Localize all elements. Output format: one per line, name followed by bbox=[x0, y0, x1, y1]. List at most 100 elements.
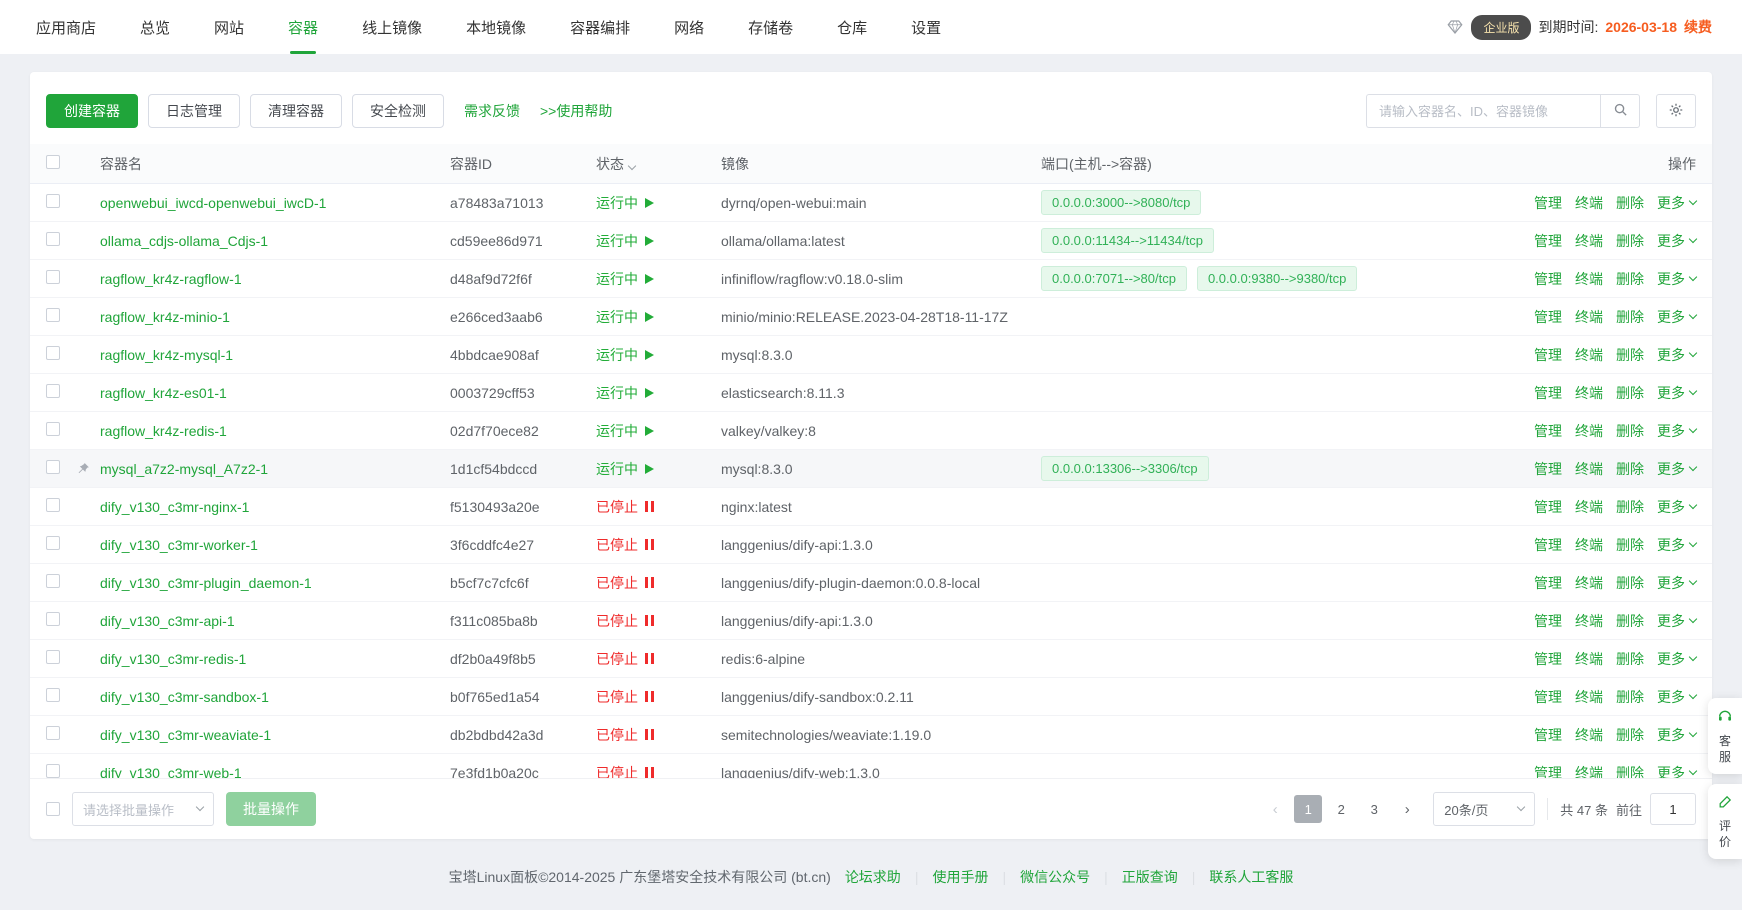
row-action-manage[interactable]: 管理 bbox=[1534, 649, 1562, 669]
row-checkbox[interactable] bbox=[46, 536, 60, 550]
row-checkbox[interactable] bbox=[46, 574, 60, 588]
row-action-manage[interactable]: 管理 bbox=[1534, 497, 1562, 517]
container-name-link[interactable]: ragflow_kr4z-es01-1 bbox=[100, 385, 450, 401]
container-name-link[interactable]: dify_v130_c3mr-weaviate-1 bbox=[100, 727, 450, 743]
header-status[interactable]: 状态 bbox=[596, 154, 721, 174]
row-action-manage[interactable]: 管理 bbox=[1534, 725, 1562, 745]
footer-link-1[interactable]: 使用手册 bbox=[932, 867, 988, 887]
container-name-link[interactable]: dify_v130_c3mr-web-1 bbox=[100, 765, 450, 779]
row-action-more[interactable]: 更多 bbox=[1657, 459, 1696, 479]
nav-item-1[interactable]: 总览 bbox=[140, 0, 170, 54]
search-button[interactable] bbox=[1600, 94, 1640, 128]
container-name-link[interactable]: mysql_a7z2-mysql_A7z2-1 bbox=[100, 461, 450, 477]
row-action-more[interactable]: 更多 bbox=[1657, 535, 1696, 555]
row-checkbox[interactable] bbox=[46, 460, 60, 474]
row-action-more[interactable]: 更多 bbox=[1657, 725, 1696, 745]
row-checkbox[interactable] bbox=[46, 726, 60, 740]
row-action-more[interactable]: 更多 bbox=[1657, 383, 1696, 403]
row-action-manage[interactable]: 管理 bbox=[1534, 345, 1562, 365]
row-action-delete[interactable]: 删除 bbox=[1616, 497, 1644, 517]
row-checkbox[interactable] bbox=[46, 764, 60, 778]
container-name-link[interactable]: ragflow_kr4z-minio-1 bbox=[100, 309, 450, 325]
page-button-2[interactable]: 2 bbox=[1327, 795, 1355, 823]
container-name-link[interactable]: ragflow_kr4z-ragflow-1 bbox=[100, 271, 450, 287]
renew-link[interactable]: 续费 bbox=[1684, 17, 1712, 37]
row-action-more[interactable]: 更多 bbox=[1657, 687, 1696, 707]
clean-container-button[interactable]: 清理容器 bbox=[250, 94, 342, 128]
row-action-more[interactable]: 更多 bbox=[1657, 497, 1696, 517]
row-action-terminal[interactable]: 终端 bbox=[1575, 497, 1603, 517]
row-checkbox[interactable] bbox=[46, 612, 60, 626]
row-action-delete[interactable]: 删除 bbox=[1616, 307, 1644, 327]
row-checkbox[interactable] bbox=[46, 308, 60, 322]
footer-link-4[interactable]: 联系人工客服 bbox=[1209, 867, 1293, 887]
row-checkbox[interactable] bbox=[46, 194, 60, 208]
row-action-delete[interactable]: 删除 bbox=[1616, 269, 1644, 289]
customer-service-widget[interactable]: 客服 bbox=[1708, 698, 1742, 774]
row-action-delete[interactable]: 删除 bbox=[1616, 573, 1644, 593]
container-name-link[interactable]: dify_v130_c3mr-sandbox-1 bbox=[100, 689, 450, 705]
row-action-terminal[interactable]: 终端 bbox=[1575, 535, 1603, 555]
batch-apply-button[interactable]: 批量操作 bbox=[226, 792, 316, 826]
nav-item-6[interactable]: 容器编排 bbox=[570, 0, 630, 54]
row-action-more[interactable]: 更多 bbox=[1657, 573, 1696, 593]
row-action-delete[interactable]: 删除 bbox=[1616, 763, 1644, 779]
row-action-more[interactable]: 更多 bbox=[1657, 193, 1696, 213]
row-action-terminal[interactable]: 终端 bbox=[1575, 763, 1603, 779]
create-container-button[interactable]: 创建容器 bbox=[46, 94, 138, 128]
container-name-link[interactable]: ollama_cdjs-ollama_Cdjs-1 bbox=[100, 233, 450, 249]
row-action-delete[interactable]: 删除 bbox=[1616, 345, 1644, 365]
nav-item-9[interactable]: 仓库 bbox=[837, 0, 867, 54]
nav-item-7[interactable]: 网络 bbox=[674, 0, 704, 54]
container-name-link[interactable]: ragflow_kr4z-mysql-1 bbox=[100, 347, 450, 363]
feedback-link[interactable]: 需求反馈 bbox=[464, 101, 520, 121]
container-name-link[interactable]: ragflow_kr4z-redis-1 bbox=[100, 423, 450, 439]
row-action-terminal[interactable]: 终端 bbox=[1575, 573, 1603, 593]
container-name-link[interactable]: dify_v130_c3mr-worker-1 bbox=[100, 537, 450, 553]
next-page-button[interactable]: › bbox=[1393, 795, 1421, 823]
row-action-terminal[interactable]: 终端 bbox=[1575, 307, 1603, 327]
row-checkbox[interactable] bbox=[46, 384, 60, 398]
row-action-more[interactable]: 更多 bbox=[1657, 269, 1696, 289]
row-action-terminal[interactable]: 终端 bbox=[1575, 687, 1603, 707]
search-input[interactable] bbox=[1366, 94, 1600, 128]
row-action-more[interactable]: 更多 bbox=[1657, 611, 1696, 631]
nav-item-3[interactable]: 容器 bbox=[288, 0, 318, 54]
select-all-checkbox[interactable] bbox=[46, 155, 60, 169]
page-button-3[interactable]: 3 bbox=[1360, 795, 1388, 823]
row-action-manage[interactable]: 管理 bbox=[1534, 307, 1562, 327]
nav-item-2[interactable]: 网站 bbox=[214, 0, 244, 54]
row-action-manage[interactable]: 管理 bbox=[1534, 459, 1562, 479]
container-name-link[interactable]: dify_v130_c3mr-redis-1 bbox=[100, 651, 450, 667]
row-action-terminal[interactable]: 终端 bbox=[1575, 269, 1603, 289]
row-checkbox[interactable] bbox=[46, 688, 60, 702]
row-action-terminal[interactable]: 终端 bbox=[1575, 231, 1603, 251]
log-management-button[interactable]: 日志管理 bbox=[148, 94, 240, 128]
container-name-link[interactable]: dify_v130_c3mr-plugin_daemon-1 bbox=[100, 575, 450, 591]
row-action-manage[interactable]: 管理 bbox=[1534, 535, 1562, 555]
row-action-terminal[interactable]: 终端 bbox=[1575, 611, 1603, 631]
page-button-1[interactable]: 1 bbox=[1294, 795, 1322, 823]
feedback-widget[interactable]: 评价 bbox=[1708, 784, 1742, 859]
row-action-more[interactable]: 更多 bbox=[1657, 231, 1696, 251]
row-action-more[interactable]: 更多 bbox=[1657, 763, 1696, 779]
page-size-select[interactable]: 20条/页 bbox=[1433, 792, 1535, 826]
footer-link-3[interactable]: 正版查询 bbox=[1122, 867, 1178, 887]
nav-item-5[interactable]: 本地镜像 bbox=[466, 0, 526, 54]
batch-action-select[interactable]: 请选择批量操作 bbox=[72, 792, 214, 826]
row-action-delete[interactable]: 删除 bbox=[1616, 193, 1644, 213]
row-action-manage[interactable]: 管理 bbox=[1534, 611, 1562, 631]
row-checkbox[interactable] bbox=[46, 346, 60, 360]
row-action-manage[interactable]: 管理 bbox=[1534, 269, 1562, 289]
help-link[interactable]: >>使用帮助 bbox=[540, 101, 612, 121]
row-action-terminal[interactable]: 终端 bbox=[1575, 649, 1603, 669]
row-action-terminal[interactable]: 终端 bbox=[1575, 421, 1603, 441]
nav-item-8[interactable]: 存储卷 bbox=[748, 0, 793, 54]
row-action-more[interactable]: 更多 bbox=[1657, 421, 1696, 441]
settings-button[interactable] bbox=[1656, 94, 1696, 128]
row-action-terminal[interactable]: 终端 bbox=[1575, 345, 1603, 365]
row-action-delete[interactable]: 删除 bbox=[1616, 383, 1644, 403]
row-action-manage[interactable]: 管理 bbox=[1534, 383, 1562, 403]
goto-page-input[interactable] bbox=[1650, 793, 1696, 825]
row-checkbox[interactable] bbox=[46, 270, 60, 284]
